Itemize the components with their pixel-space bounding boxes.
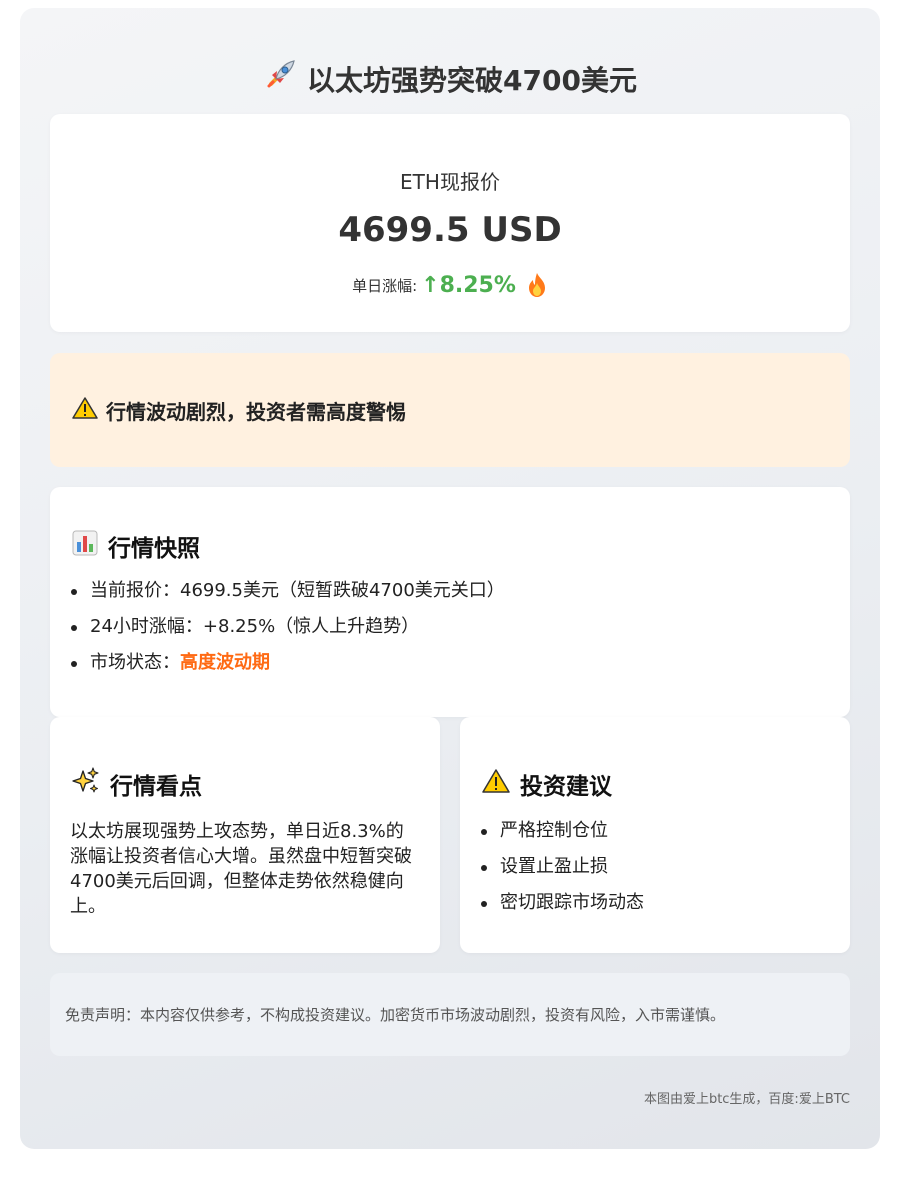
advice-list: 严格控制仓位 设置止盈止损 密切跟踪市场动态 [480,813,644,921]
snapshot-list: 当前报价：4699.5美元（短暂跌破4700美元关口） 24小时涨幅：+8.25… [70,573,505,681]
title-text: 以太坊强势突破4700美元 [307,63,637,97]
warning-icon [72,396,98,424]
advice-title: 投资建议 [520,774,612,800]
daily-change-row: 单日涨幅: ↑8.25% [50,272,850,298]
market-status-value: 高度波动期 [180,652,270,673]
warning-icon [482,768,510,800]
list-item: 严格控制仓位 [480,813,644,849]
highlights-card: 行情看点 以太坊展现强势上攻态势，单日近8.3%的涨幅让投资者信心大增。虽然盘中… [50,717,440,953]
price-value: 4699.5 USD [338,210,562,250]
fire-icon [526,272,548,298]
investment-advice-card: 投资建议 严格控制仓位 设置止盈止损 密切跟踪市场动态 [460,717,850,953]
page-title: 以太坊强势突破4700美元 [20,58,880,99]
list-item: 24小时涨幅：+8.25%（惊人上升趋势） [70,609,505,645]
market-status-label: 市场状态： [90,652,180,673]
daily-change-value: ↑8.25% [421,272,516,298]
list-item: 当前报价：4699.5美元（短暂跌破4700美元关口） [70,573,505,609]
warning-banner: 行情波动剧烈，投资者需高度警惕 [50,353,850,467]
price-card: ETH现报价 4699.5 USD 单日涨幅: ↑8.25% [50,114,850,332]
highlights-text: 以太坊展现强势上攻态势，单日近8.3%的涨幅让投资者信心大增。虽然盘中短暂突破4… [70,821,412,917]
advice-heading: 投资建议 [482,767,612,801]
list-item: 市场状态：高度波动期 [70,645,505,681]
price-label: ETH现报价 [400,170,500,194]
footer-credit: 本图由爱上btc生成，百度:爱上BTC [643,1092,850,1107]
warning-text: 行情波动剧烈，投资者需高度警惕 [106,399,406,424]
highlights-heading: 行情看点 [72,767,202,801]
list-item: 密切跟踪市场动态 [480,885,644,921]
bar-chart-icon [72,530,98,562]
list-item: 设置止盈止损 [480,849,644,885]
highlights-title: 行情看点 [110,774,202,800]
page-background: 以太坊强势突破4700美元 ETH现报价 4699.5 USD 单日涨幅: ↑8… [20,8,880,1149]
disclaimer: 免责声明：本内容仅供参考，不构成投资建议。加密货币市场波动剧烈，投资有风险，入市… [50,973,850,1056]
sparkles-icon [72,767,100,801]
daily-change-label: 单日涨幅: [352,276,418,295]
snapshot-heading: 行情快照 [72,529,200,563]
snapshot-title: 行情快照 [108,536,200,562]
rocket-icon [263,58,297,99]
market-snapshot-card: 行情快照 当前报价：4699.5美元（短暂跌破4700美元关口） 24小时涨幅：… [50,487,850,717]
